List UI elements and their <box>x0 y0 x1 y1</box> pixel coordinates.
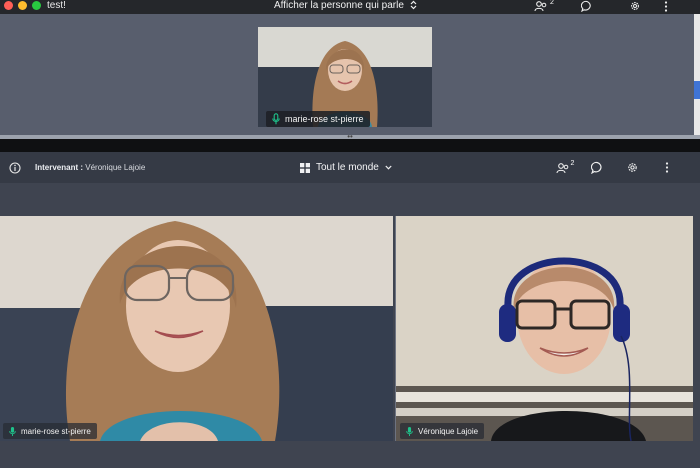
participants-button[interactable]: 2 <box>553 152 577 183</box>
settings-button[interactable] <box>624 152 640 183</box>
participant-video-tile[interactable] <box>396 216 693 441</box>
participant-name-tag: Véronique Lajoie <box>400 423 485 439</box>
window-title: test! <box>47 0 66 11</box>
layout-selector[interactable]: Afficher la personne qui parle <box>274 0 417 12</box>
window-zoom-button[interactable] <box>32 1 41 10</box>
active-speaker-label: Intervenant : Véronique Lajoie <box>35 152 145 183</box>
top-toolbar: test! Afficher la personne qui parle 2 <box>0 0 700 14</box>
chevron-down-icon <box>385 165 392 170</box>
gear-icon <box>631 2 639 10</box>
active-speaker-name: Véronique Lajoie <box>83 163 146 172</box>
speaker-prefix: Intervenant : <box>35 163 84 172</box>
window-minimize-button[interactable] <box>18 1 27 10</box>
gear-icon <box>627 163 637 172</box>
info-icon <box>9 161 21 174</box>
view-selector-label: Tout le monde <box>316 162 379 173</box>
speaker-name-tag: marie-rose st-pierre <box>266 111 370 127</box>
desktop-gap <box>0 139 700 152</box>
participant-name-label: marie-rose st-pierre <box>21 426 91 436</box>
speaker-name-label: marie-rose st-pierre <box>285 114 364 124</box>
microphone-icon <box>272 113 280 125</box>
settings-button[interactable] <box>627 0 643 12</box>
view-selector[interactable]: Tout le monde <box>300 152 392 183</box>
more-vertical-icon <box>664 0 668 12</box>
chat-icon <box>581 0 591 12</box>
participant-name-tag: marie-rose st-pierre <box>3 423 97 439</box>
more-button[interactable] <box>661 0 671 12</box>
chat-button[interactable] <box>579 0 595 12</box>
participant-video-tile[interactable] <box>0 216 393 441</box>
microphone-icon <box>406 426 413 436</box>
screen: test! Afficher la personne qui parle 2 m… <box>0 0 700 468</box>
participants-button[interactable]: 2 <box>531 0 557 12</box>
participants-count: 2 <box>570 160 575 167</box>
more-vertical-icon <box>665 162 669 173</box>
updown-chevron-icon <box>410 0 417 10</box>
participants-count: 2 <box>550 0 554 6</box>
participant-video <box>0 216 393 441</box>
microphone-icon <box>9 426 16 436</box>
window-close-button[interactable] <box>4 1 13 10</box>
more-button[interactable] <box>662 152 672 183</box>
background-window-highlight <box>694 81 700 99</box>
grid-icon <box>300 162 310 173</box>
background-window-edge <box>694 14 700 135</box>
chat-icon <box>590 161 601 174</box>
participant-name-label: Véronique Lajoie <box>418 426 479 436</box>
meeting-toolbar: Intervenant : Véronique Lajoie Tout le m… <box>0 152 700 183</box>
info-button[interactable] <box>8 152 22 183</box>
chat-button[interactable] <box>589 152 605 183</box>
layout-selector-label: Afficher la personne qui parle <box>274 0 404 11</box>
participant-video <box>396 216 693 441</box>
